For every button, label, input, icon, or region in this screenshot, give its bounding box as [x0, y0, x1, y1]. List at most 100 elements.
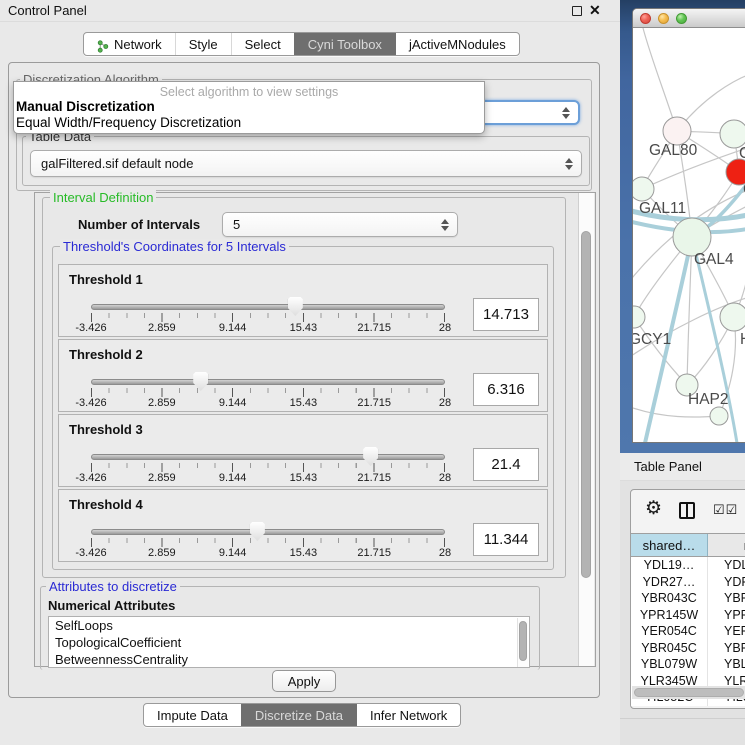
threshold-1-box: Threshold 1 -3.4262.8599.14415.4321.7152… [58, 264, 548, 337]
vertical-scrollbar[interactable] [578, 193, 594, 666]
network-node-label: GA [739, 145, 745, 162]
option-manual-discretization[interactable]: Manual Discretization [14, 99, 484, 115]
network-node-label: GCY1 [633, 331, 671, 348]
network-node-label: GAL11 [639, 200, 686, 217]
network-node[interactable] [663, 117, 691, 145]
tab-select[interactable]: Select [231, 33, 294, 55]
panel-title: Control Panel [8, 3, 87, 18]
horizontal-scrollbar[interactable] [632, 686, 745, 699]
tab-network-label: Network [114, 37, 162, 52]
tab-jactivemnodules[interactable]: jActiveMNodules [395, 33, 519, 55]
network-view-window[interactable]: GAL80GACGAL11GAL4GCY1HHAP2 [632, 8, 745, 443]
zoom-traffic-light-icon[interactable] [676, 13, 687, 24]
threshold-3-value-field[interactable]: 21.4 [473, 448, 539, 481]
column-header-name[interactable]: na [708, 534, 745, 556]
threshold-1-label: Threshold 1 [69, 272, 143, 287]
table-toolbar: ⚙ ☑☑ [631, 490, 745, 533]
list-item[interactable]: SelfLoops [49, 617, 529, 634]
table-row[interactable]: YBR043CYBR0 [631, 590, 745, 607]
threshold-1-slider-track[interactable] [91, 304, 445, 310]
network-node[interactable] [633, 306, 645, 328]
network-node[interactable] [720, 303, 745, 331]
algorithm-combobox[interactable] [470, 100, 580, 125]
combo-stepper-icon [441, 219, 449, 231]
threshold-2-label: Threshold 2 [69, 347, 143, 362]
table-panel-area: ⚙ ☑☑ shared… na YDL19…YDL1 YDR27…YDR2 YB… [620, 481, 745, 745]
threshold-3-slider-track[interactable] [91, 454, 445, 460]
network-node-label: HAP2 [688, 391, 729, 408]
network-node-label: GAL80 [649, 142, 698, 159]
gear-icon[interactable]: ⚙ [645, 499, 662, 518]
column-header-shared-name[interactable]: shared… [631, 534, 708, 556]
number-of-intervals-label: Number of Intervals [78, 217, 200, 232]
slider-ticks [91, 313, 446, 322]
table-row[interactable]: YDL19…YDL1 [631, 557, 745, 574]
node-table-container: ⚙ ☑☑ shared… na YDL19…YDL1 YDR27…YDR2 YB… [630, 489, 745, 709]
table-data-combobox[interactable]: galFiltered.sif default node [30, 150, 582, 177]
threshold-2-slider-track[interactable] [91, 379, 445, 385]
table-panel-header: Table Panel [620, 453, 745, 481]
tab-style[interactable]: Style [175, 33, 231, 55]
network-node[interactable] [720, 120, 745, 148]
threshold-2-value-field[interactable]: 6.316 [473, 373, 539, 406]
tab-infer-network[interactable]: Infer Network [356, 704, 460, 726]
threshold-4-slider-track[interactable] [91, 529, 445, 535]
combo-stepper-icon [562, 107, 570, 119]
list-scrollbar[interactable] [517, 618, 528, 668]
attributes-group-label: Attributes to discretize [46, 579, 180, 594]
thresholds-group-label: Threshold's Coordinates for 5 Intervals [60, 239, 289, 254]
tab-discretize-data[interactable]: Discretize Data [241, 704, 356, 726]
apply-button[interactable]: Apply [272, 670, 336, 692]
scrollbar-thumb[interactable] [519, 621, 527, 661]
threshold-4-value-field[interactable]: 11.344 [473, 523, 539, 556]
number-of-intervals-value: 5 [233, 217, 240, 232]
threshold-4-label: Threshold 4 [69, 497, 143, 512]
network-node-label: H [740, 331, 745, 348]
list-item[interactable]: TopologicalCoefficient [49, 634, 529, 651]
float-window-icon[interactable] [572, 6, 582, 16]
minimize-traffic-light-icon[interactable] [658, 13, 669, 24]
threshold-3-label: Threshold 3 [69, 422, 143, 437]
threshold-4-box: Threshold 4 -3.4262.8599.14415.4321.7152… [58, 489, 548, 562]
algorithm-dropdown-popup: Select algorithm to view settings Manual… [13, 81, 485, 134]
table-data-value: galFiltered.sif default node [41, 156, 193, 171]
network-node[interactable] [633, 177, 654, 201]
table-row[interactable]: YER054CYER0 [631, 623, 745, 640]
network-graph: GAL80GACGAL11GAL4GCY1HHAP2 [633, 28, 745, 443]
interval-definition-label: Interval Definition [50, 190, 156, 205]
top-tab-bar: Network Style Select Cyni Toolbox jActiv… [83, 32, 520, 56]
network-window-titlebar [633, 9, 745, 28]
network-canvas[interactable]: GAL80GACGAL11GAL4GCY1HHAP2 [633, 28, 745, 443]
threshold-3-box: Threshold 3 -3.4262.8599.14415.4321.7152… [58, 414, 548, 487]
tab-impute-data[interactable]: Impute Data [144, 704, 241, 726]
table-panel-title: Table Panel [634, 459, 702, 474]
numerical-attributes-list: SelfLoops TopologicalCoefficient Between… [48, 616, 530, 668]
scrollbar-thumb[interactable] [634, 688, 744, 697]
table-row[interactable]: YDR27…YDR2 [631, 574, 745, 591]
list-item[interactable]: BetweennessCentrality [49, 651, 529, 668]
number-of-intervals-combobox[interactable]: 5 [222, 212, 458, 237]
network-icon [97, 40, 109, 53]
tab-cyni-toolbox[interactable]: Cyni Toolbox [294, 33, 395, 55]
tab-network[interactable]: Network [84, 33, 175, 55]
select-checkboxes-icon[interactable]: ☑☑ [713, 502, 738, 518]
combo-stepper-icon [565, 158, 573, 170]
slider-tick-labels: -3.4262.8599.14415.4321.71528 [91, 547, 445, 560]
close-traffic-light-icon[interactable] [640, 13, 651, 24]
slider-ticks [91, 538, 446, 547]
slider-tick-labels: -3.4262.8599.14415.4321.71528 [91, 397, 445, 410]
divider [620, 718, 745, 719]
slider-tick-labels: -3.4262.8599.14415.4321.71528 [91, 472, 445, 485]
split-columns-icon[interactable] [679, 502, 695, 519]
table-row[interactable]: YPR145WYPR1 [631, 607, 745, 624]
slider-tick-labels: -3.4262.8599.14415.4321.71528 [91, 322, 445, 335]
network-node[interactable] [710, 407, 728, 425]
slider-ticks [91, 463, 446, 472]
table-row[interactable]: YBR045CYBR0 [631, 640, 745, 657]
close-icon[interactable]: ✕ [589, 2, 601, 19]
table-row[interactable]: YBL079WYBL0 [631, 656, 745, 673]
network-node-label: GAL4 [694, 251, 734, 268]
scrollbar-thumb[interactable] [581, 231, 591, 578]
threshold-1-value-field[interactable]: 14.713 [473, 298, 539, 331]
option-equal-width-frequency[interactable]: Equal Width/Frequency Discretization [14, 115, 484, 131]
